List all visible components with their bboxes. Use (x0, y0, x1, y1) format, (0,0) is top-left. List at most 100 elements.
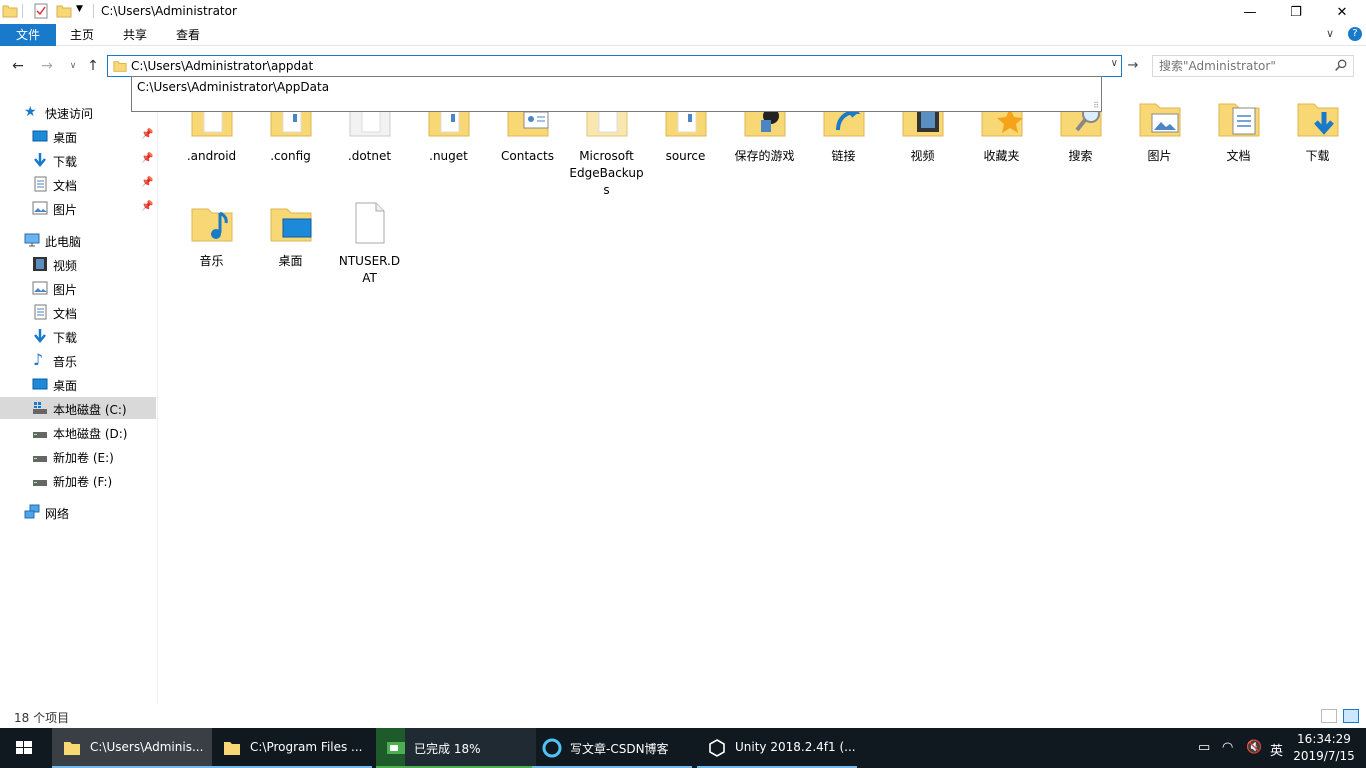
file-name: NTUSER.D AT (338, 254, 401, 285)
sidebar-item-documents[interactable]: 文档 📌 (0, 173, 156, 195)
input-method-indicator[interactable]: 英 (1270, 740, 1283, 759)
windows-start-icon[interactable] (0, 728, 48, 768)
file-name: 音乐 (199, 254, 224, 268)
sidebar-item-desktop-pc[interactable]: 桌面 (0, 373, 156, 395)
minimize-button[interactable]: — (1227, 0, 1273, 24)
taskbar-item-label: 写文章-CSDN博客 (570, 742, 669, 756)
file-item[interactable]: 文档 (1199, 94, 1278, 165)
sidebar-item-label: 音乐 (53, 355, 78, 369)
tab-share[interactable]: 共享 (115, 24, 155, 46)
pin-icon[interactable]: 📌 (141, 129, 153, 140)
file-name: 图片 (1147, 149, 1172, 163)
search-input[interactable] (1159, 57, 1329, 75)
file-item[interactable]: 图片 (1120, 94, 1199, 165)
file-name: 收藏夹 (983, 149, 1020, 163)
properties-icon[interactable] (33, 3, 49, 19)
address-input[interactable] (131, 57, 1101, 75)
sidebar-item-videos[interactable]: 视频 (0, 253, 156, 275)
document-icon (34, 304, 47, 320)
sidebar-item-drive-f[interactable]: 新加卷 (F:) (0, 469, 156, 491)
sidebar-item-documents-pc[interactable]: 文档 (0, 301, 156, 323)
file-name: 桌面 (278, 254, 303, 268)
new-folder-icon[interactable] (56, 3, 72, 19)
tab-view[interactable]: 查看 (168, 24, 208, 46)
sidebar-item-this-pc[interactable]: 此电脑 (0, 229, 156, 251)
go-arrow-icon[interactable]: → (1124, 57, 1142, 75)
drive-icon (33, 432, 47, 438)
computer-icon (24, 233, 40, 247)
sidebar-item-music[interactable]: ♪ 音乐 (0, 349, 156, 371)
taskbar-item-explorer-2[interactable]: C:\Program Files ... (212, 728, 372, 768)
taskbar-item-browser[interactable]: 写文章-CSDN博客 (532, 728, 692, 768)
keyboard-icon[interactable]: ▭ (1198, 740, 1210, 755)
back-arrow-icon[interactable]: ← (9, 57, 27, 75)
file-name: 搜索 (1068, 149, 1093, 163)
taskbar-item-label: Unity 2018.2.4f1 (... (735, 740, 856, 754)
file-item[interactable]: 下载 (1278, 94, 1357, 165)
sidebar-item-pictures-pc[interactable]: 图片 (0, 277, 156, 299)
copy-progress-icon (387, 742, 405, 754)
search-box[interactable] (1152, 55, 1354, 77)
sidebar-item-desktop[interactable]: 桌面 📌 (0, 125, 156, 147)
file-name: .config (270, 149, 311, 163)
details-view-icon[interactable] (1321, 709, 1337, 723)
taskbar-item-label: C:\Users\Adminis... (90, 740, 204, 754)
file-name: 视频 (910, 149, 935, 163)
pictures-icon (32, 281, 48, 295)
recent-locations-chevron-icon[interactable]: ∨ (64, 57, 82, 75)
customize-toolbar-chevron-icon[interactable]: ▼ (76, 4, 92, 20)
pin-icon[interactable]: 📌 (141, 177, 153, 188)
unity-icon (709, 739, 725, 757)
taskbar-item-label: 已完成 18% (414, 742, 481, 756)
pin-icon[interactable]: 📌 (141, 153, 153, 164)
help-icon[interactable]: ? (1348, 27, 1362, 41)
file-item[interactable]: NTUSER.D AT (330, 199, 409, 287)
taskbar-item-explorer[interactable]: C:\Users\Adminis... (52, 728, 212, 768)
maximize-button[interactable]: ❐ (1273, 0, 1319, 24)
sidebar-item-label: 新加卷 (E:) (53, 451, 114, 465)
tab-file[interactable]: 文件 (0, 24, 56, 46)
file-icon (355, 202, 384, 244)
sidebar-item-downloads[interactable]: 下载 📌 (0, 149, 156, 171)
sidebar-item-drive-d[interactable]: 本地磁盘 (D:) (0, 421, 156, 443)
star-icon: ★ (24, 104, 37, 120)
taskbar-item-copy-progress[interactable]: 已完成 18% (376, 728, 536, 768)
volume-muted-icon[interactable]: 🔇 (1246, 740, 1262, 755)
pin-icon[interactable]: 📌 (141, 201, 153, 212)
item-count: 18 个项目 (14, 711, 70, 725)
sidebar-item-label: 网络 (45, 507, 70, 521)
file-name: .android (186, 149, 237, 163)
sidebar-item-label: 本地磁盘 (D:) (53, 427, 128, 441)
music-note-icon: ♪ (33, 350, 44, 369)
tab-home[interactable]: 主页 (62, 24, 102, 46)
browser-icon (542, 738, 562, 758)
file-name: Microsoft EdgeBackups (569, 149, 644, 197)
downloads-folder-icon (1297, 103, 1338, 137)
download-arrow-icon (34, 153, 46, 167)
system-clock[interactable]: 16:34:29 2019/7/15 (1288, 731, 1360, 765)
folder-icon (64, 742, 80, 755)
address-bar[interactable]: ∨ (107, 55, 1122, 77)
expand-ribbon-chevron-icon[interactable]: ∨ (1326, 27, 1334, 40)
sidebar-item-pictures[interactable]: 图片 📌 (0, 197, 156, 219)
music-folder-icon (191, 208, 232, 242)
sidebar-item-network[interactable]: 网络 (0, 501, 156, 523)
taskbar-item-unity[interactable]: Unity 2018.2.4f1 (... (697, 728, 857, 768)
large-icons-view-icon[interactable] (1343, 709, 1359, 723)
sidebar-item-downloads-pc[interactable]: 下载 (0, 325, 156, 347)
sidebar-item-label: 此电脑 (45, 235, 82, 249)
file-name: Contacts (501, 149, 554, 163)
sidebar-item-drive-c[interactable]: 本地磁盘 (C:) (0, 397, 156, 419)
forward-arrow-icon[interactable]: → (38, 57, 56, 75)
search-icon[interactable] (1334, 59, 1347, 72)
sidebar-item-label: 下载 (53, 331, 78, 345)
sidebar-item-drive-e[interactable]: 新加卷 (E:) (0, 445, 156, 467)
up-arrow-icon[interactable]: ↑ (84, 57, 102, 75)
file-item[interactable]: 音乐 (172, 199, 251, 270)
address-dropdown-chevron-icon[interactable]: ∨ (1111, 58, 1118, 69)
autocomplete-item[interactable]: C:\Users\Administrator\AppData (137, 80, 329, 94)
close-button[interactable]: ✕ (1319, 0, 1365, 24)
wifi-icon[interactable]: ◠ (1222, 740, 1233, 755)
resize-grip-icon[interactable]: ⠿ (1093, 101, 1099, 110)
file-item[interactable]: 桌面 (251, 199, 330, 270)
